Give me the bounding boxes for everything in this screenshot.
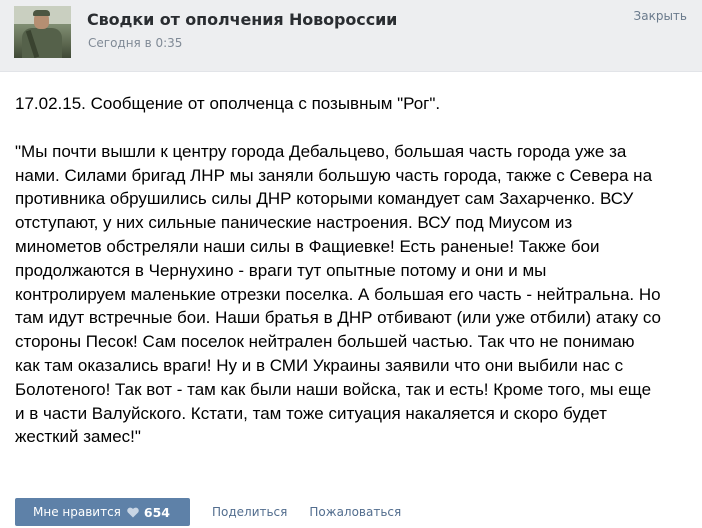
post-actions: Мне нравится 654 Поделиться Пожаловаться [15, 498, 401, 526]
share-link[interactable]: Поделиться [212, 505, 287, 519]
quote-line: контролируем маленькие отрезки поселка. … [15, 284, 661, 304]
quote-line: противника обрушились силы ДНР которыми … [15, 189, 634, 209]
quote-line: "Мы почти вышли к центру города Дебальце… [15, 141, 627, 161]
heart-icon [127, 507, 139, 518]
report-link[interactable]: Пожаловаться [309, 505, 401, 519]
like-button[interactable]: Мне нравится 654 [15, 498, 190, 526]
quote-line: стороны Песок! Сам поселок нейтрален бол… [15, 332, 635, 352]
quote-line: нами. Силами бригад ЛНР мы заняли большу… [15, 165, 653, 185]
post-header: Сводки от ополчения Новороссии Сегодня в… [0, 0, 702, 72]
quote-line: жесткий замес!" [15, 427, 141, 447]
group-avatar[interactable] [14, 6, 71, 58]
quote-line: продолжаются в Чернухино - враги тут опы… [15, 260, 547, 280]
like-label: Мне нравится [33, 505, 121, 519]
post-intro: 17.02.15. Сообщение от ополченца с позыв… [15, 94, 441, 113]
quote-line: и в части Валуйского. Кстати, там тоже с… [15, 403, 607, 423]
post-quote: "Мы почти вышли к центру города Дебальце… [15, 140, 687, 449]
post-timestamp[interactable]: Сегодня в 0:35 [88, 36, 182, 50]
group-title[interactable]: Сводки от ополчения Новороссии [87, 10, 397, 29]
post-card: Сводки от ополчения Новороссии Сегодня в… [0, 0, 702, 528]
quote-line: минометов обстреляли наши силы в Фащиевк… [15, 236, 600, 256]
quote-line: там идут встречные бои. Наши братья в ДН… [15, 308, 662, 328]
quote-line: отступают, у них сильные панические наст… [15, 213, 573, 233]
quote-line: Болотеного! Так вот - там как были наши … [15, 379, 652, 399]
post-text: 17.02.15. Сообщение от ополченца с позыв… [15, 92, 687, 449]
quote-line: как там оказались враги! Ну и в СМИ Укра… [15, 355, 624, 375]
like-count: 654 [143, 504, 170, 520]
close-button[interactable]: Закрыть [634, 9, 687, 23]
